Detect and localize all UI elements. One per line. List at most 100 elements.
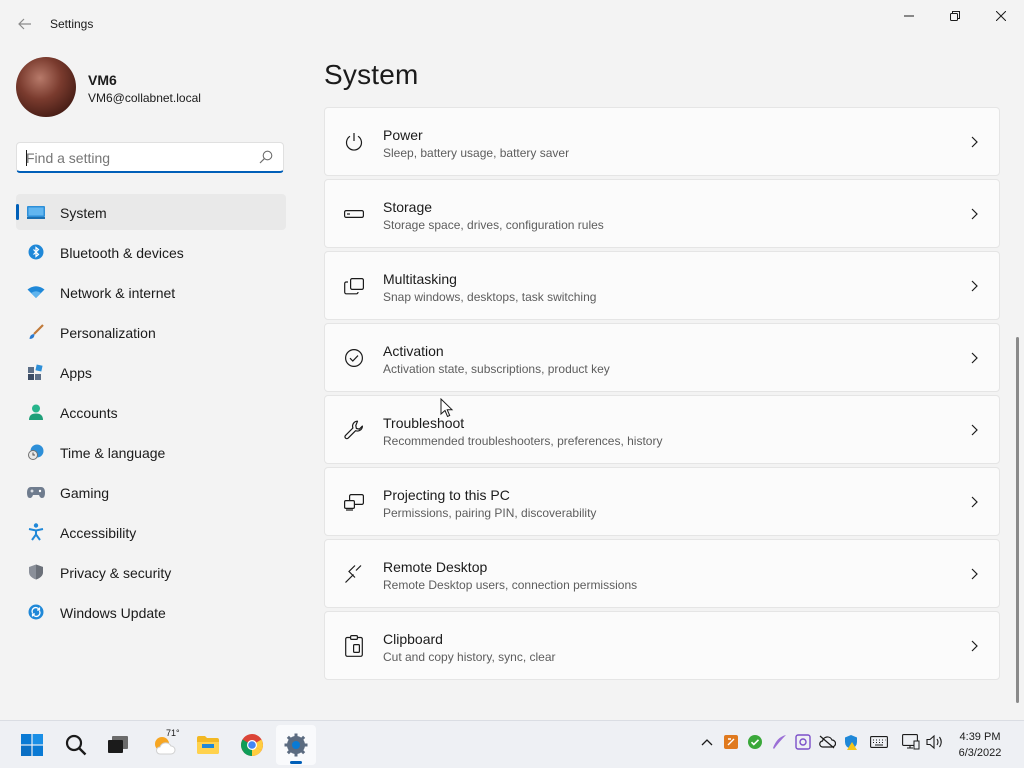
avatar	[16, 57, 76, 117]
sidebar-item-accounts[interactable]: Accounts	[16, 394, 286, 430]
search-icon[interactable]	[259, 150, 273, 164]
search-input[interactable]	[26, 148, 246, 168]
gear-icon	[284, 733, 308, 757]
sidebar-item-bluetooth[interactable]: Bluetooth & devices	[16, 234, 286, 270]
keyboard-icon	[870, 736, 888, 748]
sidebar-item-label: Network & internet	[60, 285, 176, 301]
bluetooth-icon	[27, 244, 45, 260]
tray-security-check[interactable]	[746, 733, 764, 751]
search-button[interactable]	[56, 725, 96, 765]
sidebar-item-network[interactable]: Network & internet	[16, 274, 286, 310]
sidebar-item-apps[interactable]: Apps	[16, 354, 286, 390]
card-subtitle: Recommended troubleshooters, preferences…	[383, 434, 663, 448]
search-box[interactable]	[16, 142, 284, 173]
profile-email: VM6@collabnet.local	[88, 91, 201, 105]
task-view-icon	[108, 736, 128, 753]
sidebar-item-label: System	[60, 205, 107, 221]
sidebar-item-time-language[interactable]: Time & language	[16, 434, 286, 470]
card-subtitle: Permissions, pairing PIN, discoverabilit…	[383, 506, 597, 520]
minimize-button[interactable]	[886, 0, 932, 32]
sidebar-item-privacy-security[interactable]: Privacy & security	[16, 554, 286, 590]
apps-icon	[27, 364, 45, 380]
activation-check-icon	[343, 347, 365, 369]
card-power[interactable]: Power Sleep, battery usage, battery save…	[324, 107, 1000, 176]
card-clipboard[interactable]: Clipboard Cut and copy history, sync, cl…	[324, 611, 1000, 680]
brush-icon	[27, 324, 45, 340]
sidebar-item-label: Personalization	[60, 325, 156, 341]
page-title: System	[324, 59, 419, 90]
maximize-button[interactable]	[932, 0, 978, 32]
card-activation[interactable]: Activation Activation state, subscriptio…	[324, 323, 1000, 392]
sidebar-item-label: Accessibility	[60, 525, 137, 541]
monitor-icon	[27, 204, 45, 220]
cloud-offline-icon	[819, 735, 836, 749]
chevron-right-icon	[971, 496, 978, 508]
title-bar: Settings	[0, 0, 1024, 48]
chevron-right-icon	[971, 136, 978, 148]
sidebar-item-label: Privacy & security	[60, 565, 172, 581]
card-subtitle: Snap windows, desktops, task switching	[383, 290, 597, 304]
shield-icon	[27, 564, 45, 580]
sidebar-item-gaming[interactable]: Gaming	[16, 474, 286, 510]
card-subtitle: Cut and copy history, sync, clear	[383, 650, 556, 664]
remote-desktop-icon	[343, 563, 365, 585]
show-hidden-icons-button[interactable]	[698, 733, 716, 751]
task-view-button[interactable]	[98, 725, 138, 765]
text-caret	[26, 150, 27, 166]
sidebar-item-personalization[interactable]: Personalization	[16, 314, 286, 350]
taskbar-clock[interactable]: 4:39 PM 6/3/2022	[950, 729, 1010, 761]
chevron-up-icon	[701, 739, 713, 746]
sidebar-nav: System Bluetooth & devices Network & int…	[16, 194, 286, 634]
sidebar-item-label: Time & language	[60, 445, 166, 461]
wrench-icon	[343, 419, 365, 441]
scrollbar-thumb[interactable]	[1016, 337, 1019, 703]
minimize-icon	[904, 15, 914, 17]
sidebar-item-label: Bluetooth & devices	[60, 245, 184, 261]
card-multitasking[interactable]: Multitasking Snap windows, desktops, tas…	[324, 251, 1000, 320]
card-subtitle: Sleep, battery usage, battery saver	[383, 146, 570, 160]
power-icon	[343, 131, 365, 153]
user-profile[interactable]: VM6 VM6@collabnet.local	[16, 57, 286, 117]
card-subtitle: Activation state, subscriptions, product…	[383, 362, 610, 376]
accessibility-icon	[27, 523, 45, 541]
tray-keyboard[interactable]	[870, 733, 888, 751]
chrome-button[interactable]	[232, 725, 272, 765]
close-button[interactable]	[978, 0, 1024, 32]
chevron-right-icon	[971, 208, 978, 220]
tray-app-orange[interactable]	[722, 733, 740, 751]
app-tray-icon	[795, 734, 811, 750]
app-tray-icon	[724, 735, 738, 749]
card-storage[interactable]: Storage Storage space, drives, configura…	[324, 179, 1000, 248]
person-icon	[27, 404, 45, 420]
tray-volume[interactable]	[926, 733, 944, 751]
settings-taskbar-button[interactable]	[276, 725, 316, 765]
folder-icon	[197, 736, 219, 754]
restore-icon	[950, 11, 960, 21]
tray-windows-security[interactable]	[842, 733, 860, 751]
start-button[interactable]	[12, 725, 52, 765]
card-troubleshoot[interactable]: Troubleshoot Recommended troubleshooters…	[324, 395, 1000, 464]
card-title: Storage	[383, 199, 433, 215]
clock-globe-icon	[27, 444, 45, 460]
clock-time: 4:39 PM	[959, 731, 1001, 743]
profile-name: VM6	[88, 72, 117, 88]
sidebar-item-windows-update[interactable]: Windows Update	[16, 594, 286, 630]
tray-pen-app[interactable]	[770, 733, 788, 751]
storage-icon	[343, 203, 365, 225]
back-button[interactable]	[14, 12, 36, 36]
tray-onedrive[interactable]	[818, 733, 836, 751]
file-explorer-button[interactable]	[188, 725, 228, 765]
multitasking-icon	[343, 275, 365, 297]
chevron-right-icon	[971, 352, 978, 364]
wifi-icon	[27, 284, 45, 300]
tray-network[interactable]	[902, 733, 920, 751]
chrome-icon	[241, 734, 263, 756]
sidebar-item-label: Accounts	[60, 405, 118, 421]
tray-app-purple[interactable]	[794, 733, 812, 751]
back-arrow-icon	[18, 18, 31, 30]
card-title: Power	[383, 127, 423, 143]
sidebar-item-system[interactable]: System	[16, 194, 286, 230]
sidebar-item-accessibility[interactable]: Accessibility	[16, 514, 286, 550]
card-remote-desktop[interactable]: Remote Desktop Remote Desktop users, con…	[324, 539, 1000, 608]
card-projecting[interactable]: Projecting to this PC Permissions, pairi…	[324, 467, 1000, 536]
